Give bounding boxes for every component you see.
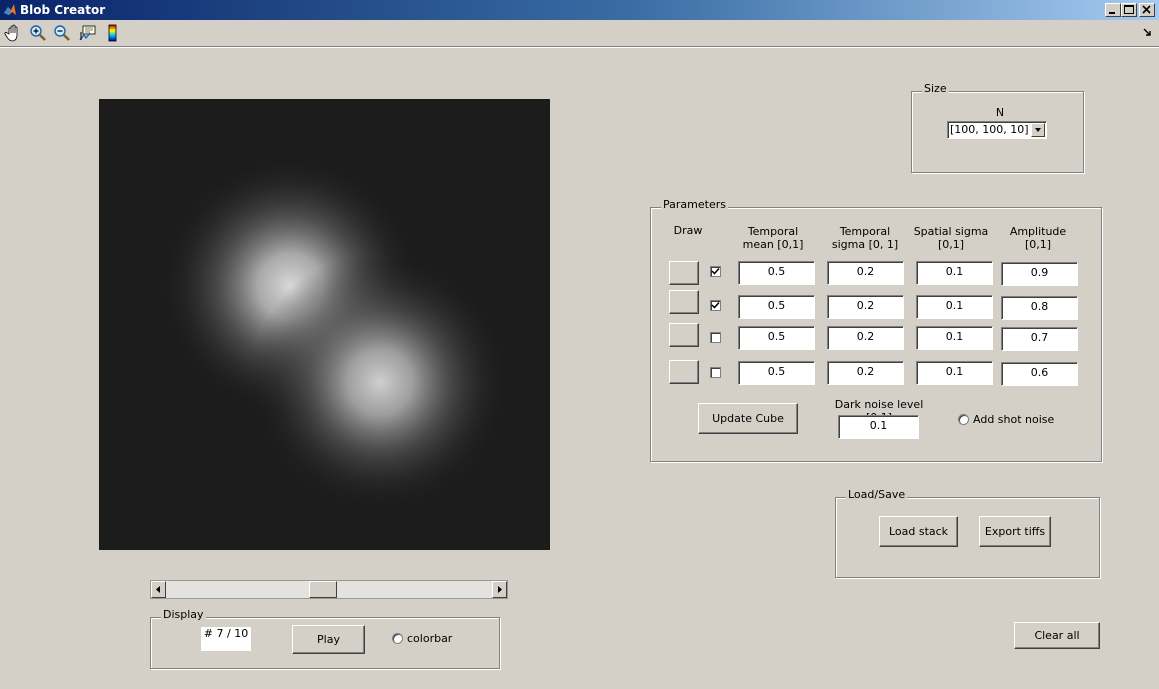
minimize-icon (1109, 12, 1115, 14)
temporal-mean-field-3[interactable]: 0.5 (738, 326, 815, 350)
matlab-logo-icon (3, 3, 17, 17)
spatial-sigma-field-2[interactable]: 0.1 (916, 295, 993, 319)
temporal-sigma-field-1[interactable]: 0.2 (827, 261, 904, 285)
size-panel-title: Size (922, 82, 949, 95)
export-tiffs-button[interactable]: Export tiffs (979, 516, 1051, 547)
spatial-sigma-header-line2: [0,1] (937, 238, 965, 251)
temporal-mean-field-4[interactable]: 0.5 (738, 361, 815, 385)
amplitude-field-1[interactable]: 0.9 (1001, 262, 1078, 286)
amplitude-field-3[interactable]: 0.7 (1001, 327, 1078, 351)
temporal-mean-field-2[interactable]: 0.5 (738, 295, 815, 319)
close-icon (1142, 5, 1151, 14)
image-axes[interactable] (99, 99, 550, 550)
blob-image (99, 99, 550, 550)
draw-button-1[interactable] (669, 261, 699, 285)
temporal-sigma-field-4[interactable]: 0.2 (827, 361, 904, 385)
draw-button-4[interactable] (669, 360, 699, 384)
zoom-out-icon[interactable] (52, 23, 72, 43)
temporal-mean-header-line1: Temporal (747, 225, 799, 238)
update-cube-button[interactable]: Update Cube (698, 403, 798, 434)
arrow-right-icon (498, 586, 502, 593)
maximize-button[interactable] (1121, 3, 1137, 17)
temporal-mean-header-line2: mean [0,1] (742, 238, 804, 251)
amplitude-field-2[interactable]: 0.8 (1001, 296, 1078, 320)
spatial-sigma-field-3[interactable]: 0.1 (916, 326, 993, 350)
draw-header: Draw (673, 224, 703, 237)
draw-button-2[interactable] (669, 290, 699, 314)
temporal-sigma-field-3[interactable]: 0.2 (827, 326, 904, 350)
temporal-mean-field-1[interactable]: 0.5 (738, 261, 815, 285)
blob-checkbox-1[interactable] (710, 266, 721, 277)
temporal-sigma-header-line1: Temporal (839, 225, 891, 238)
close-button[interactable] (1139, 3, 1155, 17)
shot-noise-label: Add shot noise (973, 413, 1055, 426)
frame-counter: # 7 / 10 (201, 627, 251, 651)
n-label: N (995, 106, 1005, 119)
blob-checkbox-4[interactable] (710, 367, 721, 378)
arrow-left-icon (156, 586, 160, 593)
loadsave-panel (835, 497, 1100, 578)
loadsave-panel-title: Load/Save (846, 488, 908, 501)
amplitude-header: Amplitude [0,1] (1009, 225, 1067, 251)
colorbar-label: colorbar (407, 632, 453, 645)
slider-left-button[interactable] (151, 581, 166, 598)
chevron-down-icon (1035, 128, 1041, 132)
spatial-sigma-field-1[interactable]: 0.1 (916, 261, 993, 285)
spatial-sigma-field-4[interactable]: 0.1 (916, 361, 993, 385)
amplitude-field-4[interactable]: 0.6 (1001, 362, 1078, 386)
slider-right-button[interactable] (492, 581, 507, 598)
blob-2 (250, 252, 510, 512)
checkmark-icon (711, 267, 720, 275)
spatial-sigma-header-line1: Spatial sigma (913, 225, 989, 238)
size-n-value: [100, 100, 10] (950, 123, 1029, 136)
play-button[interactable]: Play (292, 625, 365, 654)
checkmark-icon (711, 301, 720, 309)
parameters-panel-title: Parameters (661, 198, 728, 211)
maximize-icon (1124, 5, 1134, 14)
blob-checkbox-3[interactable] (710, 332, 721, 343)
frame-slider[interactable] (150, 580, 508, 599)
colorbar-icon[interactable] (103, 23, 123, 43)
clear-all-button[interactable]: Clear all (1014, 622, 1100, 649)
draw-button-3[interactable] (669, 323, 699, 347)
display-panel-title: Display (161, 608, 206, 621)
hand-icon[interactable] (4, 23, 24, 43)
temporal-sigma-field-2[interactable]: 0.2 (827, 295, 904, 319)
window-title: Blob Creator (20, 3, 106, 17)
blob-checkbox-2[interactable] (710, 300, 721, 311)
title-bar: Blob Creator (0, 0, 1159, 20)
temporal-sigma-header-line2: sigma [0, 1] (831, 238, 899, 251)
slider-thumb[interactable] (309, 581, 337, 598)
colorbar-radio[interactable] (392, 633, 403, 644)
data-cursor-icon[interactable] (78, 23, 98, 43)
dock-arrow-icon[interactable] (1142, 27, 1152, 37)
toolbar (0, 20, 1159, 46)
zoom-in-icon[interactable] (28, 23, 48, 43)
size-n-dropdown[interactable]: [100, 100, 10] (947, 121, 1047, 139)
shot-noise-radio[interactable] (958, 414, 969, 425)
dropdown-arrow[interactable] (1031, 123, 1045, 137)
toolbar-separator (0, 46, 1159, 48)
dark-noise-field[interactable]: 0.1 (838, 415, 919, 439)
load-stack-button[interactable]: Load stack (879, 516, 958, 547)
minimize-button[interactable] (1105, 3, 1121, 17)
